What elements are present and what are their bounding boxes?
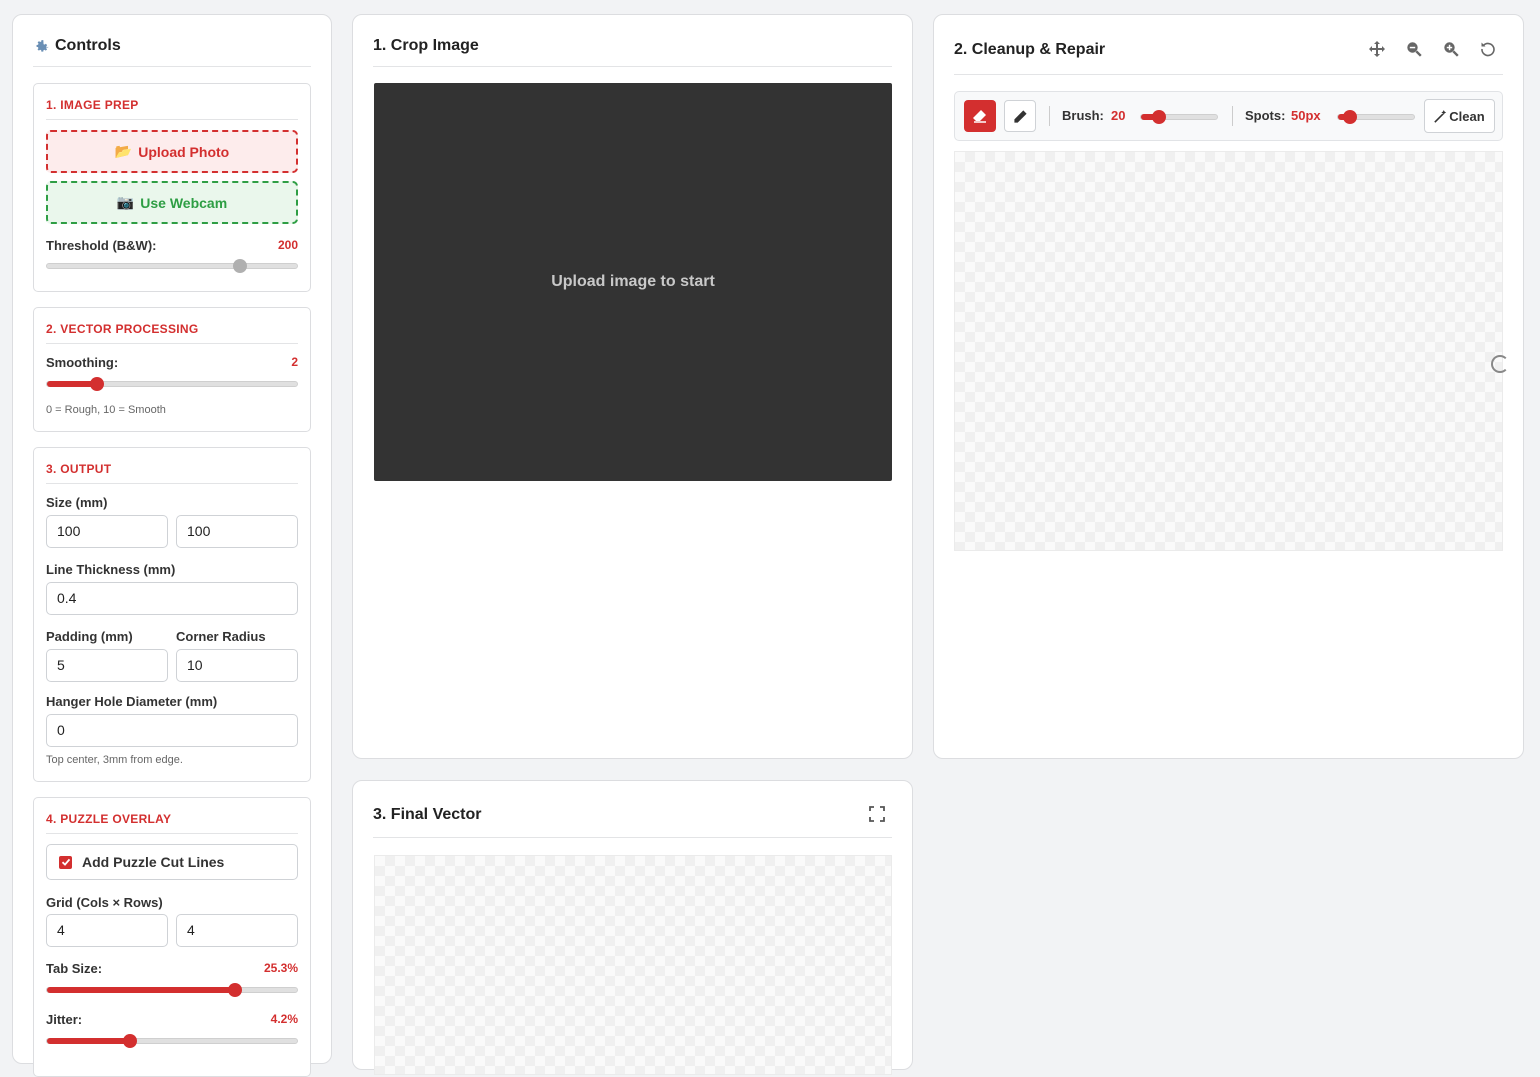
toolbar-separator xyxy=(1232,106,1233,126)
puzzle-checkbox[interactable] xyxy=(59,855,72,869)
grid-rows-input[interactable]: 4 xyxy=(176,914,298,947)
divider xyxy=(373,837,892,838)
reset-icon[interactable] xyxy=(1477,38,1499,60)
gear-icon xyxy=(33,38,50,55)
upload-photo-label: Upload Photo xyxy=(138,143,230,160)
threshold-value: 200 xyxy=(277,238,298,252)
brush-value: 20 xyxy=(1111,108,1126,123)
section-title: 4. PUZZLE OVERLAY xyxy=(46,812,172,826)
size-label: Size (mm) xyxy=(46,495,108,510)
image-prep-section: 1. IMAGE PREP 📂 Upload Photo 📷 Use Webca… xyxy=(33,83,311,292)
slider-thumb[interactable] xyxy=(90,377,104,391)
folder-icon: 📂 xyxy=(114,143,133,159)
section-title: 2. VECTOR PROCESSING xyxy=(46,322,199,336)
output-section: 3. OUTPUT Size (mm) 100 100 Line Thickne… xyxy=(33,447,311,782)
brush-slider[interactable] xyxy=(1140,110,1218,124)
smoothing-label: Smoothing: xyxy=(46,355,119,370)
hanger-hole-hint: Top center, 3mm from edge. xyxy=(46,754,183,766)
final-vector-panel: 3. Final Vector xyxy=(352,780,913,1075)
grid-cols-input[interactable]: 4 xyxy=(46,914,168,947)
cleanup-panel: 2. Cleanup & Repair Brush: 20 Spots: 50p… xyxy=(933,14,1524,759)
threshold-slider[interactable] xyxy=(46,259,298,273)
fullscreen-icon[interactable] xyxy=(866,803,888,825)
thickness-input[interactable]: 0.4 xyxy=(46,582,298,615)
camera-icon: 📷 xyxy=(116,194,135,210)
magic-wand-icon xyxy=(1434,109,1447,123)
toolbar-separator xyxy=(1049,106,1050,126)
slider-thumb[interactable] xyxy=(1343,110,1358,124)
puzzle-checkbox-label: Add Puzzle Cut Lines xyxy=(82,854,225,870)
puzzle-overlay-section: 4. PUZZLE OVERLAY Add Puzzle Cut Lines G… xyxy=(33,797,311,1077)
padding-label: Padding (mm) xyxy=(46,629,133,644)
crop-panel: 1. Crop Image Upload image to start xyxy=(352,14,913,759)
pencil-button[interactable] xyxy=(1004,100,1036,132)
section-title: 1. IMAGE PREP xyxy=(46,98,139,112)
final-title: 3. Final Vector xyxy=(373,806,482,823)
slider-thumb[interactable] xyxy=(1152,110,1167,124)
clean-button[interactable]: Clean xyxy=(1424,99,1495,133)
divider xyxy=(46,119,298,120)
crop-placeholder: Upload image to start xyxy=(551,273,715,290)
smoothing-value: 2 xyxy=(291,355,298,369)
crop-canvas[interactable]: Upload image to start xyxy=(374,83,892,481)
upload-photo-button[interactable]: 📂 Upload Photo xyxy=(46,130,298,173)
section-title: 3. OUTPUT xyxy=(46,462,112,476)
divider xyxy=(46,343,298,344)
divider xyxy=(954,74,1503,75)
tab-size-label: Tab Size: xyxy=(46,961,103,976)
spots-slider[interactable] xyxy=(1337,110,1415,124)
divider xyxy=(373,66,892,67)
brush-label: Brush: xyxy=(1062,108,1104,123)
padding-input[interactable]: 5 xyxy=(46,649,168,682)
final-vector-canvas[interactable] xyxy=(374,855,892,1075)
slider-fill xyxy=(47,987,235,993)
jitter-slider[interactable] xyxy=(46,1034,298,1048)
clean-label: Clean xyxy=(1449,108,1485,124)
size-height-input[interactable]: 100 xyxy=(176,515,298,548)
divider xyxy=(46,833,298,834)
cleanup-canvas[interactable] xyxy=(954,151,1503,551)
divider xyxy=(33,66,311,67)
grid-label: Grid (Cols × Rows) xyxy=(46,895,163,910)
slider-thumb[interactable] xyxy=(122,1034,137,1048)
tab-size-slider[interactable] xyxy=(46,983,298,997)
zoom-in-icon[interactable] xyxy=(1440,38,1462,60)
hanger-hole-label: Hanger Hole Diameter (mm) xyxy=(46,694,218,709)
smoothing-slider[interactable] xyxy=(46,377,298,391)
vector-processing-section: 2. VECTOR PROCESSING Smoothing: 2 0 = Ro… xyxy=(33,307,311,432)
eraser-icon xyxy=(973,110,986,123)
use-webcam-button[interactable]: 📷 Use Webcam xyxy=(46,181,298,224)
divider xyxy=(46,483,298,484)
move-icon[interactable] xyxy=(1366,38,1388,60)
loading-spinner-icon xyxy=(1491,355,1509,373)
cleanup-toolbar: Brush: 20 Spots: 50px Clean xyxy=(954,91,1503,141)
threshold-label: Threshold (B&W): xyxy=(46,238,157,253)
smoothing-hint: 0 = Rough, 10 = Smooth xyxy=(46,404,166,416)
zoom-out-icon[interactable] xyxy=(1403,38,1425,60)
puzzle-checkbox-row[interactable]: Add Puzzle Cut Lines xyxy=(46,844,298,880)
pencil-icon xyxy=(1013,109,1027,123)
tab-size-value: 25.3% xyxy=(263,961,298,975)
use-webcam-label: Use Webcam xyxy=(140,194,228,211)
slider-thumb[interactable] xyxy=(232,259,247,273)
controls-panel: Controls 1. IMAGE PREP 📂 Upload Photo 📷 … xyxy=(12,14,332,1077)
eraser-button[interactable] xyxy=(964,100,996,132)
size-width-input[interactable]: 100 xyxy=(46,515,168,548)
slider-thumb[interactable] xyxy=(227,983,242,997)
corner-radius-label: Corner Radius xyxy=(176,629,266,644)
spots-value: 50px xyxy=(1291,108,1321,123)
thickness-label: Line Thickness (mm) xyxy=(46,562,176,577)
hanger-hole-input[interactable]: 0 xyxy=(46,714,298,747)
cleanup-title: 2. Cleanup & Repair xyxy=(954,41,1106,58)
controls-title: Controls xyxy=(55,37,121,54)
controls-header: Controls xyxy=(33,37,121,55)
jitter-value: 4.2% xyxy=(270,1012,298,1026)
slider-fill xyxy=(47,1038,130,1044)
crop-title: 1. Crop Image xyxy=(373,37,479,54)
corner-radius-input[interactable]: 10 xyxy=(176,649,298,682)
spots-label: Spots: xyxy=(1245,108,1286,123)
jitter-label: Jitter: xyxy=(46,1012,83,1027)
